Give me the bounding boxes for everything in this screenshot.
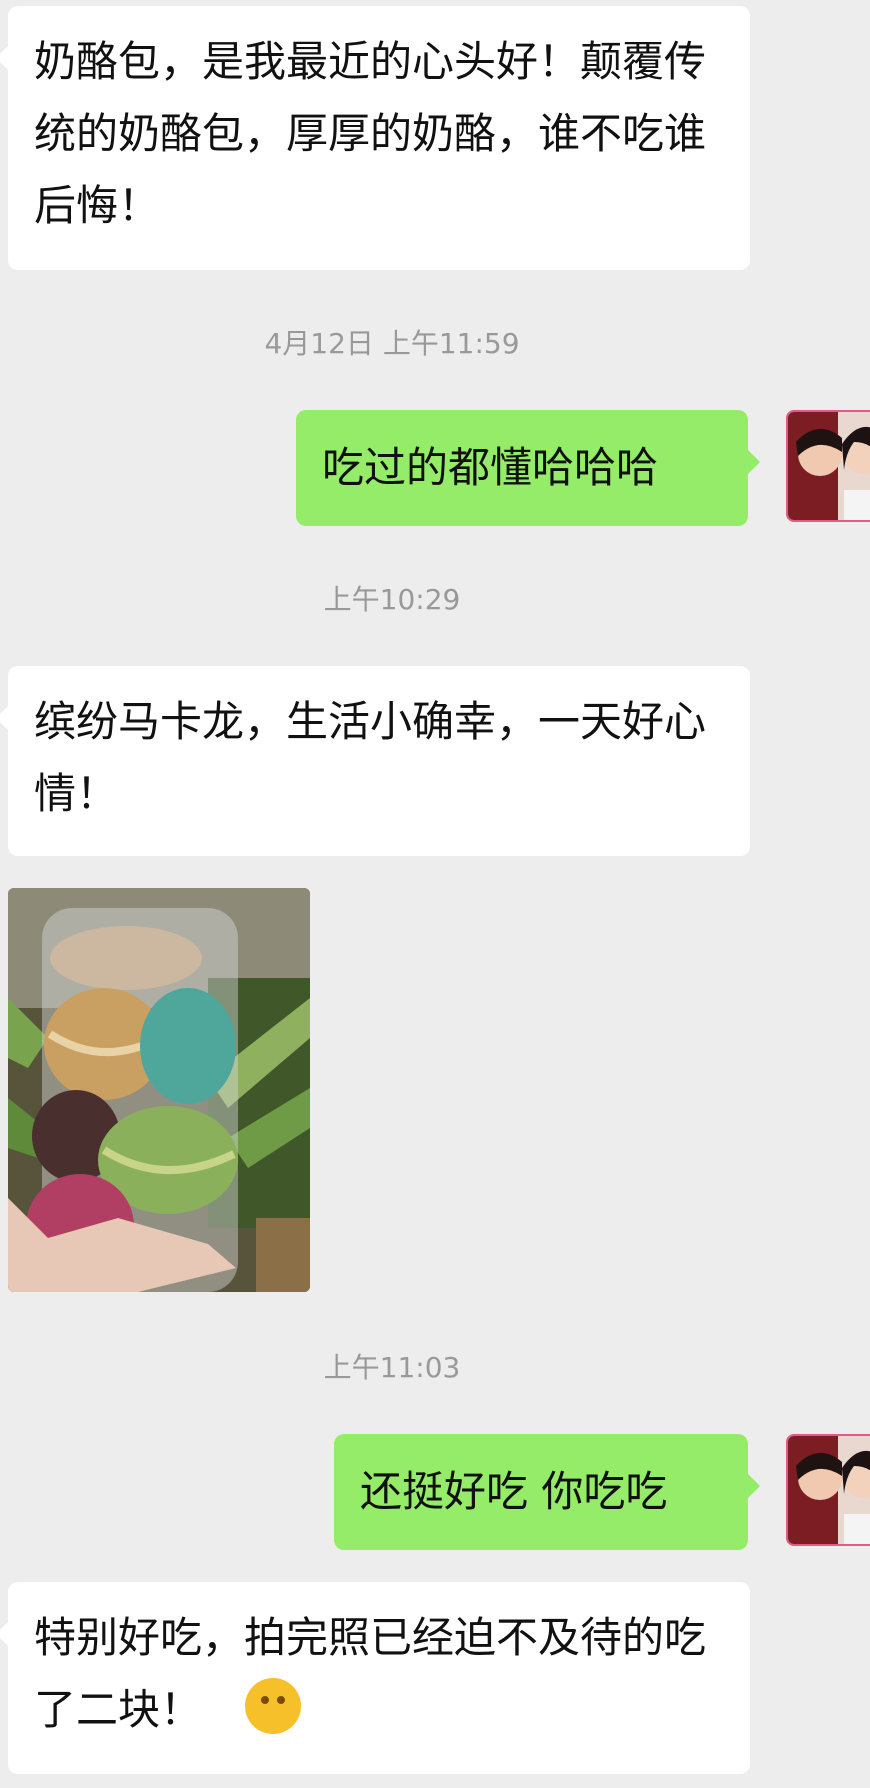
thinking-face-emoji-icon [245,1678,302,1734]
message-text: 奶酪包，是我最近的心头好！颠覆传统的奶酪包，厚厚的奶酪，谁不吃谁后悔！ [34,37,707,230]
message-incoming-macaron[interactable]: 缤纷马卡龙，生活小确幸，一天好心情！ [0,666,750,856]
message-outgoing-haha[interactable]: 吃过的都懂哈哈哈 [296,410,760,526]
timestamp-text: 上午11:03 [323,1351,461,1384]
message-text: 特别好吃，拍完照已经迫不及待的吃了二块！ [34,1613,707,1734]
message-incoming-ate-two[interactable]: 特别好吃，拍完照已经迫不及待的吃了二块！ [0,1582,750,1774]
macaron-photo[interactable] [8,888,310,1292]
timestamp: 上午10:29 [0,578,827,618]
timestamp: 上午11:03 [0,1346,827,1386]
message-text: 吃过的都懂哈哈哈 [322,443,659,492]
timestamp-text: 4月12日 上午11:59 [264,327,520,360]
timestamp-text: 上午10:29 [323,583,461,616]
chat-screen: 奶酪包，是我最近的心头好！颠覆传统的奶酪包，厚厚的奶酪，谁不吃谁后悔！ 4月12… [0,0,870,1788]
user-avatar-icon[interactable] [786,1434,870,1546]
message-text: 还挺好吃 你吃吃 [360,1467,668,1516]
timestamp: 4月12日 上午11:59 [0,322,827,362]
message-incoming-cheese-bread[interactable]: 奶酪包，是我最近的心头好！颠覆传统的奶酪包，厚厚的奶酪，谁不吃谁后悔！ [0,6,750,270]
message-outgoing-tasty[interactable]: 还挺好吃 你吃吃 [334,1434,760,1550]
user-avatar-icon[interactable] [786,410,870,522]
message-text: 缤纷马卡龙，生活小确幸，一天好心情！ [34,697,707,818]
